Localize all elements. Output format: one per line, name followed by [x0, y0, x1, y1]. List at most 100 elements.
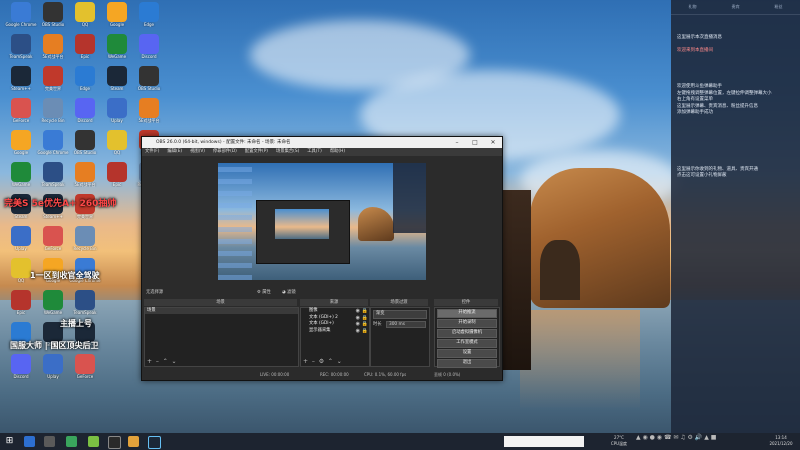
scene-item[interactable]: 场景 — [145, 308, 298, 314]
taskbar-app-icon[interactable] — [66, 436, 77, 447]
source-settings-icon[interactable]: ⚙ — [319, 358, 324, 365]
desktop-icon[interactable]: TeamSpeak — [4, 34, 38, 68]
desktop-icon[interactable]: 5E对战平台 — [68, 162, 102, 196]
remove-source-button[interactable]: – — [312, 358, 315, 365]
desktop-icon[interactable]: Steam++ — [4, 66, 38, 100]
menu-scene-collection[interactable]: 场景集合(S) — [276, 148, 299, 156]
desktop-icon-label: Steam — [14, 214, 28, 219]
desktop-icon[interactable]: Uplay — [4, 226, 38, 260]
minimize-icon[interactable]: – — [448, 137, 466, 148]
desktop-icon[interactable]: 5E对战平台 — [132, 98, 166, 132]
menu-file[interactable]: 文件(F) — [145, 148, 159, 156]
desktop-icon[interactable]: WeGame — [100, 34, 134, 68]
obs-preview-canvas[interactable] — [218, 163, 426, 280]
desktop-icon[interactable]: Discord — [132, 34, 166, 68]
danmaku-chat-panel[interactable]: 礼物 贵宾 粉丝 这里展示本次直播消息 欢迎来到本直播间 欢迎使用斗鱼弹幕助手 … — [671, 0, 800, 433]
desktop-icon[interactable]: GeForce — [4, 98, 38, 132]
taskbar-app-icon[interactable] — [128, 436, 139, 447]
desktop-icon[interactable]: Uplay — [100, 98, 134, 132]
clock[interactable]: 13:14 2021/12/20 — [764, 435, 798, 446]
menu-profile[interactable]: 配置文件(P) — [245, 148, 268, 156]
taskbar-app-icon[interactable] — [490, 436, 501, 447]
desktop-icon[interactable]: QQ — [68, 2, 102, 36]
desktop-icon[interactable]: OBS Studio — [36, 2, 70, 36]
app-icon — [107, 130, 127, 150]
move-up-icon[interactable]: ⌃ — [328, 358, 333, 365]
system-tray-icons[interactable]: ▲ ◉ ● ◉ ☎ ✉ ♫ ⚙ 🔊 ▲ ■ — [636, 435, 756, 441]
preview-chat-panel — [393, 163, 426, 233]
settings-button[interactable]: 设置 — [437, 349, 497, 358]
desktop-icon-label: Steam++ — [11, 86, 31, 91]
transition-select[interactable]: 渐变 — [373, 310, 427, 319]
source-item[interactable]: 显示器采集 ◉ 🔒 — [301, 328, 369, 335]
desktop-icon[interactable]: TeamSpeak — [36, 162, 70, 196]
desktop-icon[interactable]: Google — [4, 130, 38, 164]
desktop-icon[interactable]: Epic — [100, 162, 134, 196]
taskbar-search-box[interactable] — [504, 436, 584, 447]
desktop-icon[interactable]: WeGame — [4, 162, 38, 196]
properties-button[interactable]: ⚙ 属性 — [257, 289, 271, 295]
menu-edit[interactable]: 编辑(E) — [167, 148, 182, 156]
tab-vip[interactable]: 贵宾 — [714, 0, 757, 14]
move-down-icon[interactable]: ⌄ — [337, 358, 342, 365]
sources-dock[interactable]: 图像 ◉ 🔒 文本 (GDI+) 2 ◉ 🔒 文本 (GDI+) ◉ 🔒 显示器采集 ◉ 🔒 +… — [300, 307, 370, 367]
app-icon — [75, 2, 95, 22]
close-icon[interactable]: ✕ — [484, 137, 502, 148]
desktop-icon[interactable]: 5E对战平台 — [36, 34, 70, 68]
duration-input[interactable]: 300 ms — [385, 321, 426, 328]
start-streaming-button[interactable]: 开始推流 — [437, 309, 497, 318]
taskbar-app-icon[interactable] — [24, 436, 35, 447]
app-icon — [11, 66, 31, 86]
desktop-icon[interactable]: Epic — [4, 290, 38, 324]
weather-widget[interactable]: 27°C CPU温度 — [604, 435, 634, 446]
obs-window[interactable]: OBS 26.0.0 (64-bit, windows) - 配置文件: 未命名… — [141, 136, 503, 381]
desktop-icon[interactable]: 完美世界 — [36, 66, 70, 100]
desktop-icon[interactable]: Recycle Bin — [68, 226, 102, 260]
desktop-icon[interactable]: GeForce — [36, 226, 70, 260]
desktop-icon[interactable]: Edge — [132, 2, 166, 36]
taskbar-app-icon[interactable] — [88, 436, 99, 447]
menu-view[interactable]: 视图(V) — [190, 148, 205, 156]
menu-tools[interactable]: 工具(T) — [307, 148, 322, 156]
add-scene-button[interactable]: + — [147, 358, 152, 365]
desktop-icon[interactable]: QQ — [100, 130, 134, 164]
start-virtual-camera-button[interactable]: 启动虚拟摄像机 — [437, 329, 497, 338]
desktop-icon[interactable]: Google — [100, 2, 134, 36]
filters-button[interactable]: ◕ 滤镜 — [282, 289, 296, 295]
add-source-button[interactable]: + — [303, 358, 308, 365]
start-windows-icon[interactable]: ⊞ — [4, 436, 15, 447]
desktop-icon[interactable]: Google Chrome — [36, 130, 70, 164]
desktop-icon[interactable]: GeForce — [68, 354, 102, 388]
desktop-icon[interactable]: OBS Studio — [68, 130, 102, 164]
exit-button[interactable]: 退出 — [437, 359, 497, 368]
desktop-icon[interactable]: Epic — [68, 34, 102, 68]
desktop-icon[interactable]: Google Chrome — [4, 2, 38, 36]
menu-help[interactable]: 帮助(H) — [330, 148, 345, 156]
desktop-icon[interactable]: Recycle Bin — [36, 98, 70, 132]
move-up-icon[interactable]: ⌃ — [163, 358, 168, 365]
tab-gift[interactable]: 礼物 — [671, 0, 714, 14]
remove-scene-button[interactable]: – — [156, 358, 159, 365]
controls-dock[interactable]: 开始推流 开始录制 启动虚拟摄像机 工作室模式 设置 退出 — [434, 307, 500, 368]
transitions-dock[interactable]: 渐变 时长 300 ms — [370, 307, 430, 367]
desktop-icon[interactable]: Discord — [68, 98, 102, 132]
taskbar-app-icon[interactable] — [44, 436, 55, 447]
desktop-icon[interactable]: OBS Studio — [132, 66, 166, 100]
desktop-icon-label: 5E对战平台 — [138, 118, 160, 123]
desktop-icon[interactable]: Uplay — [36, 354, 70, 388]
app-icon — [139, 34, 159, 54]
steam-taskbar-icon[interactable] — [148, 436, 161, 449]
obs-taskbar-icon[interactable] — [108, 436, 121, 449]
desktop-icon[interactable]: Edge — [68, 66, 102, 100]
obs-titlebar[interactable]: OBS 26.0.0 (64-bit, windows) - 配置文件: 未命名… — [142, 137, 502, 148]
desktop-icon[interactable]: Steam — [100, 66, 134, 100]
scenes-dock[interactable]: 场景 + – ⌃ ⌄ — [144, 307, 299, 367]
desktop-icon[interactable]: Discord — [4, 354, 38, 388]
maximize-icon[interactable]: □ — [466, 137, 484, 148]
tab-fans[interactable]: 粉丝 — [757, 0, 800, 14]
studio-mode-button[interactable]: 工作室模式 — [437, 339, 497, 348]
menu-docks[interactable]: 停靠部件(D) — [213, 148, 237, 156]
no-source-label: 无选择源 — [146, 290, 164, 295]
move-down-icon[interactable]: ⌄ — [172, 358, 177, 365]
start-recording-button[interactable]: 开始录制 — [437, 319, 497, 328]
